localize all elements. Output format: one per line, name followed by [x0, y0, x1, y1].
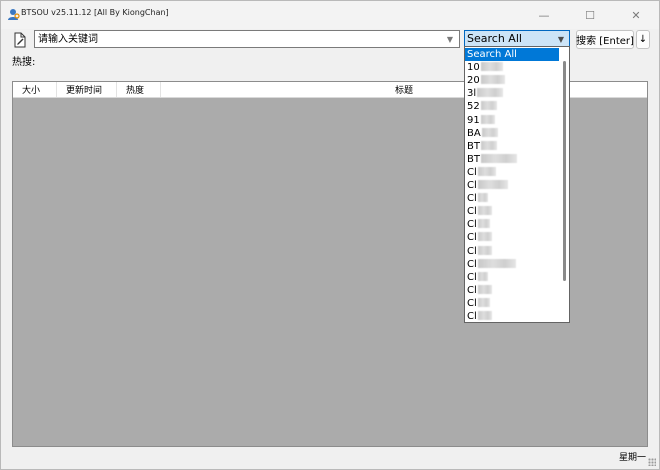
close-button[interactable]: ✕: [613, 1, 659, 29]
search-combobox[interactable]: ▼: [34, 30, 460, 48]
dropdown-item[interactable]: Cl: [465, 166, 559, 179]
dropdown-item-label: Cl: [467, 271, 477, 283]
user-search-icon: [8, 9, 20, 20]
search-input[interactable]: [35, 31, 442, 47]
dropdown-item-label: Cl: [467, 258, 477, 270]
dropdown-item-label: Search All: [467, 49, 517, 60]
dropdown-item-label: BT: [467, 140, 480, 152]
dropdown-item[interactable]: 10: [465, 61, 559, 74]
dropdown-item[interactable]: Search All: [465, 48, 559, 61]
app-window: BTSOU v25.11.12 [All By KiongChan] — ☐ ✕…: [0, 0, 660, 470]
dropdown-item[interactable]: 52: [465, 100, 559, 113]
redacted-text: [481, 127, 498, 137]
maximize-button[interactable]: ☐: [567, 1, 613, 29]
redacted-text: [477, 258, 516, 268]
redacted-text: [477, 232, 492, 242]
dropdown-item-label: Cl: [467, 284, 477, 296]
dropdown-item[interactable]: Cl: [465, 284, 559, 297]
minimize-button[interactable]: —: [521, 1, 567, 29]
redacted-text: [477, 284, 492, 294]
redacted-text: [477, 311, 492, 320]
minimize-icon: —: [538, 8, 550, 22]
redacted-text: [480, 114, 495, 124]
dropdown-item[interactable]: 3l: [465, 87, 559, 100]
dropdown-item[interactable]: Cl: [465, 218, 559, 231]
dropdown-item-label: 52: [467, 101, 480, 113]
redacted-text: [477, 193, 488, 203]
source-select-value: Search All: [467, 32, 522, 45]
dropdown-item[interactable]: 20: [465, 74, 559, 87]
dropdown-item[interactable]: BA: [465, 127, 559, 140]
redacted-text: [480, 101, 497, 111]
dropdown-item-label: 3l: [467, 88, 477, 100]
redacted-text: [480, 140, 497, 150]
dropdown-item-label: Cl: [467, 232, 477, 244]
dropdown-item-label: BT: [467, 153, 480, 165]
document-edit-icon: [14, 32, 26, 47]
redacted-text: [480, 153, 517, 163]
dropdown-item[interactable]: Cl: [465, 310, 559, 322]
redacted-text: [477, 166, 496, 176]
dropdown-item-label: 10: [467, 62, 480, 74]
dropdown-item[interactable]: Cl: [465, 258, 559, 271]
dropdown-item-label: Cl: [467, 219, 477, 231]
maximize-icon: ☐: [585, 8, 595, 22]
hot-search-label: 热搜:: [12, 57, 36, 68]
dropdown-item[interactable]: 91: [465, 114, 559, 127]
column-header-updated[interactable]: 更新时间: [57, 82, 117, 97]
dropdown-item-label: 91: [467, 114, 480, 126]
dropdown-item[interactable]: Cl: [465, 205, 559, 218]
dropdown-item-label: Cl: [467, 245, 477, 257]
column-header-popularity[interactable]: 热度: [117, 82, 161, 97]
redacted-text: [480, 62, 503, 72]
search-button[interactable]: 搜索 [Enter]: [576, 30, 634, 49]
dropdown-item[interactable]: Cl: [465, 271, 559, 284]
sort-button[interactable]: ↓: [636, 30, 650, 49]
chevron-down-icon[interactable]: ▼: [443, 32, 457, 46]
close-icon: ✕: [631, 8, 641, 22]
dropdown-item-label: BA: [467, 127, 481, 139]
redacted-text: [477, 271, 488, 281]
open-file-button[interactable]: [10, 30, 30, 49]
dropdown-item-label: Cl: [467, 311, 477, 322]
column-header-size[interactable]: 大小: [13, 82, 57, 97]
dropdown-item-label: Cl: [467, 180, 477, 191]
column-header-title[interactable]: 标题: [161, 82, 647, 97]
redacted-text: [477, 297, 490, 307]
dropdown-item-label: 20: [467, 75, 480, 87]
chevron-down-icon[interactable]: ▼: [555, 32, 567, 46]
dropdown-item[interactable]: Cl: [465, 231, 559, 244]
window-title: BTSOU v25.11.12 [All By KiongChan]: [21, 8, 169, 17]
resize-grip-icon[interactable]: [648, 458, 656, 466]
redacted-text: [477, 88, 504, 98]
dropdown-item-label: Cl: [467, 206, 477, 218]
dropdown-item-label: Cl: [467, 297, 477, 309]
dropdown-item[interactable]: BT: [465, 153, 559, 166]
dropdown-item[interactable]: Cl: [465, 297, 559, 310]
dropdown-item[interactable]: Cl: [465, 245, 559, 258]
title-bar: BTSOU v25.11.12 [All By KiongChan] — ☐ ✕: [1, 1, 659, 29]
dropdown-item[interactable]: Cl: [465, 192, 559, 205]
redacted-text: [477, 245, 492, 255]
dropdown-item[interactable]: Cl: [465, 179, 559, 192]
redacted-text: [477, 180, 508, 189]
dropdown-item[interactable]: BT: [465, 140, 559, 153]
dropdown-item-label: Cl: [467, 166, 477, 178]
source-dropdown-list[interactable]: Search All 10 20 3l 52 91 BA BT BT Cl Cl Cl Cl Cl Cl Cl…: [464, 46, 570, 323]
status-weekday: 星期一: [619, 453, 647, 463]
redacted-text: [480, 75, 505, 85]
dropdown-scrollbar[interactable]: [563, 61, 566, 281]
redacted-text: [477, 219, 490, 229]
redacted-text: [477, 206, 492, 216]
dropdown-item-label: Cl: [467, 193, 477, 205]
